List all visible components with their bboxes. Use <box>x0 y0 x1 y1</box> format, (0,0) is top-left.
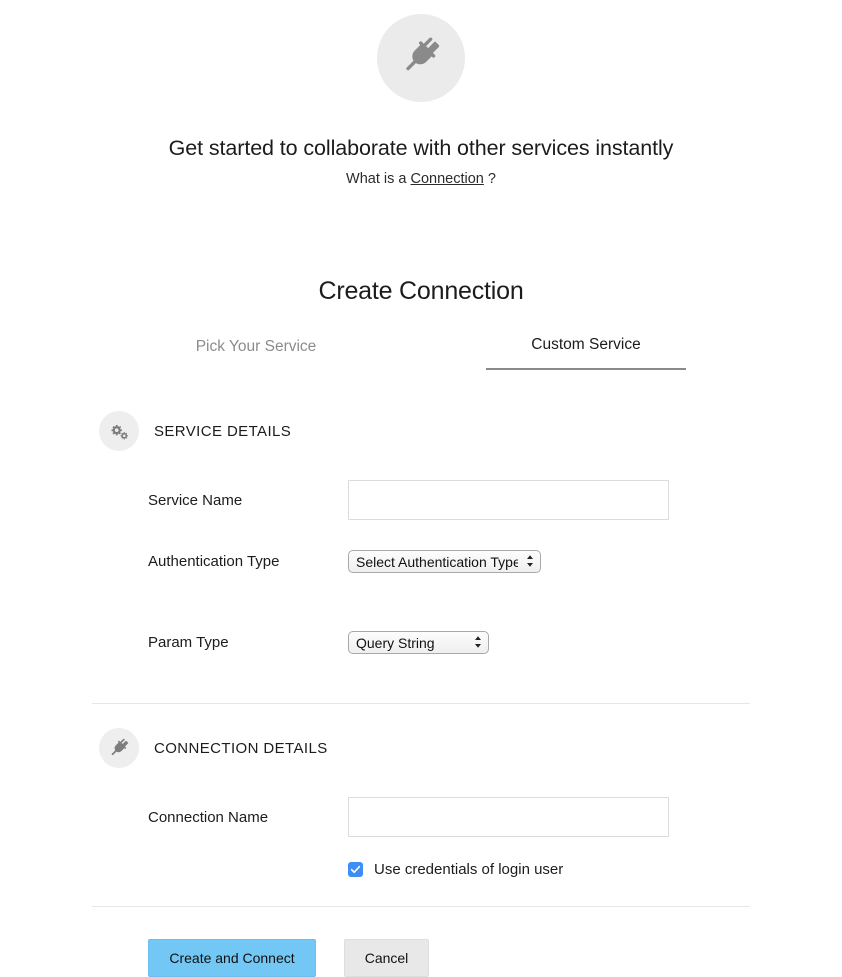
connection-help-link[interactable]: Connection <box>411 171 484 187</box>
authentication-type-select[interactable]: Select Authentication Type <box>348 549 541 573</box>
authentication-type-select-wrap: Select Authentication Type <box>348 549 541 573</box>
param-type-select[interactable]: Query String <box>348 630 489 654</box>
tab-custom-service-label: Custom Service <box>531 336 641 353</box>
tab-pick-your-service[interactable]: Pick Your Service <box>156 338 356 370</box>
service-name-row: Service Name <box>0 480 842 520</box>
param-type-select-wrap: Query String <box>348 630 489 654</box>
create-and-connect-button[interactable]: Create and Connect <box>148 939 316 977</box>
connection-details-heading: CONNECTION DETAILS <box>154 739 328 757</box>
section-divider-bottom <box>92 906 750 907</box>
section-divider-top <box>92 703 750 704</box>
connection-name-label: Connection Name <box>148 808 269 826</box>
service-details-heading: SERVICE DETAILS <box>154 422 292 440</box>
hero-plug-badge <box>377 14 465 102</box>
cancel-button[interactable]: Cancel <box>344 939 429 977</box>
service-name-input[interactable] <box>348 480 669 520</box>
plug-icon <box>399 34 443 83</box>
hero-subtitle: What is a Connection ? <box>0 171 842 187</box>
form-actions: Create and Connect Cancel <box>0 939 842 977</box>
param-type-label: Param Type <box>148 633 229 651</box>
tab-custom-service[interactable]: Custom Service <box>486 336 686 370</box>
service-details-header: SERVICE DETAILS <box>0 411 842 451</box>
use-credentials-checkbox[interactable] <box>348 862 363 877</box>
connection-details-header: CONNECTION DETAILS <box>0 728 842 768</box>
plug-icon <box>99 728 139 768</box>
create-connection-card: Create Connection Pick Your Service Cust… <box>0 277 842 977</box>
check-icon <box>350 865 361 874</box>
use-credentials-label: Use credentials of login user <box>374 861 564 878</box>
hero-title: Get started to collaborate with other se… <box>168 136 674 160</box>
authentication-type-row: Authentication Type Select Authenticatio… <box>0 541 842 581</box>
service-type-tabs: Pick Your Service Custom Service <box>0 336 842 370</box>
service-name-label: Service Name <box>148 491 243 509</box>
hero-section: Get started to collaborate with other se… <box>0 0 842 187</box>
hero-subtitle-suffix: ? <box>483 170 496 187</box>
param-type-row: Param Type Query String <box>0 622 842 662</box>
authentication-type-label: Authentication Type <box>148 552 280 570</box>
use-credentials-row: Use credentials of login user <box>0 861 842 878</box>
page-title: Create Connection <box>318 277 524 305</box>
connection-name-input[interactable] <box>348 797 669 837</box>
tab-pick-your-service-label: Pick Your Service <box>195 338 317 355</box>
connection-name-row: Connection Name <box>0 797 842 837</box>
hero-subtitle-prefix: What is a <box>346 170 411 187</box>
gears-icon <box>99 411 139 451</box>
